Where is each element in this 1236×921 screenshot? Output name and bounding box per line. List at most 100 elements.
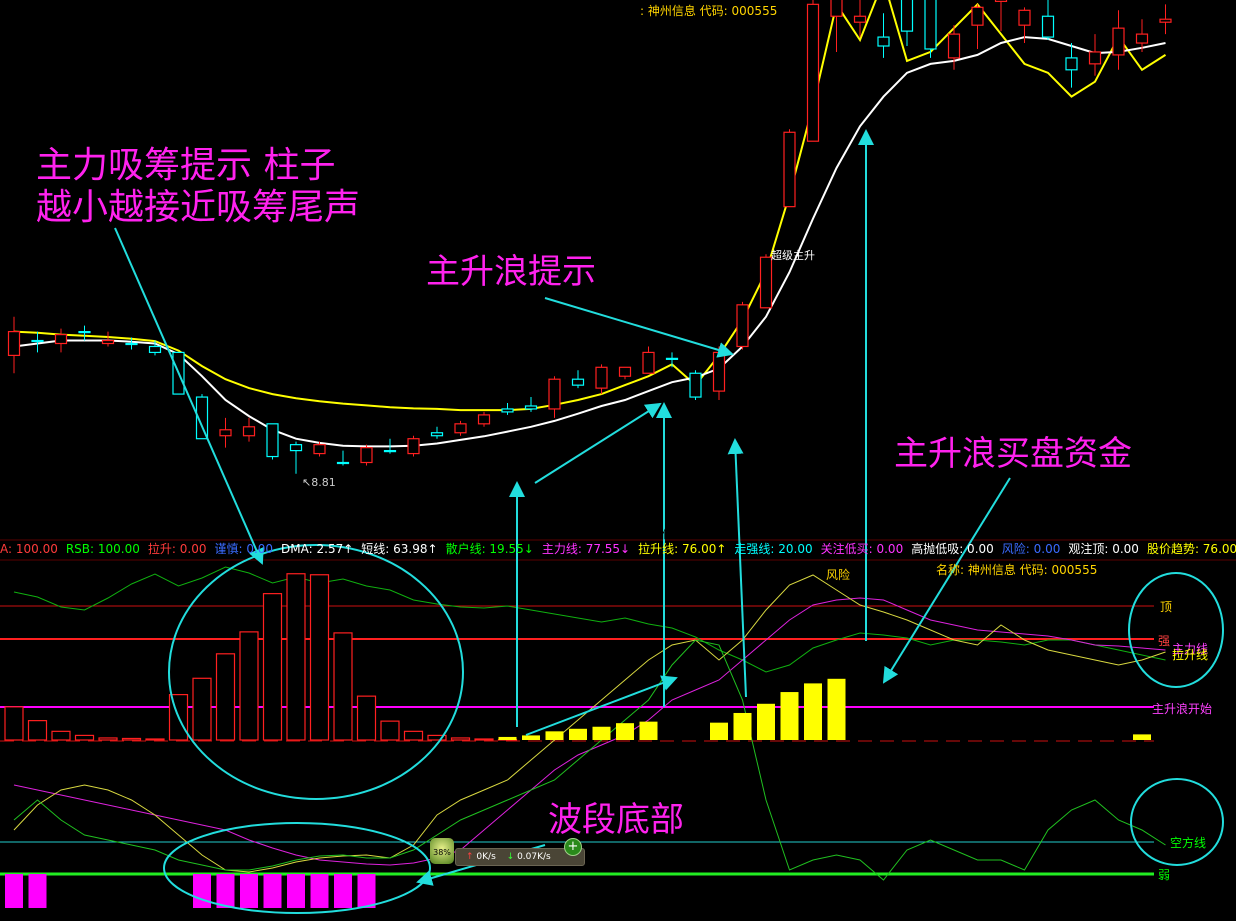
annotation-accumulation: 主力吸筹提示 柱子 越小越接近吸筹尾声 bbox=[36, 145, 360, 230]
candle-body bbox=[78, 331, 91, 334]
candle bbox=[54, 328, 68, 353]
buying-bar bbox=[780, 692, 799, 740]
candle-body bbox=[924, 0, 937, 50]
candle bbox=[336, 450, 350, 466]
indicator-item: DMA: 2.57↑ bbox=[281, 542, 354, 556]
tag-bang: 榜 bbox=[903, 528, 914, 541]
indicator-bar: A: 100.00 RSB: 100.00 拉升: 0.00 谨慎: 0.00 DMA:… bbox=[0, 540, 1236, 559]
candle bbox=[454, 420, 467, 436]
candle-body bbox=[289, 444, 303, 452]
indicator-item: 拉升: 0.00 bbox=[147, 542, 207, 556]
indicator-item: 观注顶: 0.00 bbox=[1068, 542, 1139, 556]
accumulation-bar bbox=[4, 706, 24, 741]
indicator-item: 短线: 63.98↑ bbox=[361, 542, 438, 556]
candle-body bbox=[430, 432, 444, 437]
candle-body bbox=[618, 366, 632, 377]
buying-bar bbox=[569, 728, 587, 740]
candle-body bbox=[383, 450, 397, 453]
candle-body bbox=[1112, 27, 1125, 56]
arrow-to-buying bbox=[882, 477, 1011, 684]
candle-body bbox=[548, 378, 561, 410]
add-icon[interactable]: + bbox=[564, 838, 582, 856]
candle-body bbox=[1088, 51, 1102, 65]
indicator-item: 高抛低吸: 0.00 bbox=[911, 542, 994, 556]
candle bbox=[595, 364, 608, 395]
buying-bar bbox=[522, 735, 540, 740]
annotation-main-rise-buying: 主升浪买盘资金 bbox=[894, 434, 1132, 474]
candle bbox=[101, 331, 115, 347]
candle-body bbox=[1159, 18, 1172, 23]
candle bbox=[289, 441, 303, 474]
candle-body bbox=[336, 461, 350, 465]
indicator-item: 散户线: 19.55↓ bbox=[445, 542, 534, 556]
super-rise-label: 超级主升 bbox=[771, 248, 815, 262]
low-price-label: ↖8.81 bbox=[302, 476, 336, 489]
candle-body bbox=[1135, 33, 1149, 44]
down-arrow-icon: ↓ bbox=[506, 852, 515, 862]
candle bbox=[665, 352, 679, 368]
speed-percent: 38% bbox=[433, 848, 451, 857]
accumulation-bar bbox=[51, 730, 71, 741]
accumulation-bar bbox=[74, 734, 95, 741]
candle bbox=[219, 417, 232, 448]
accumulation-bar bbox=[474, 738, 494, 741]
buying-bar bbox=[639, 721, 658, 740]
candle-body bbox=[242, 426, 256, 437]
label-strong: 强 bbox=[1158, 634, 1171, 648]
candle bbox=[806, 0, 820, 142]
candle bbox=[7, 316, 21, 374]
candle bbox=[477, 411, 491, 427]
accumulation-bar bbox=[286, 573, 306, 741]
label-weak: 弱 bbox=[1158, 868, 1171, 882]
accumulation-bar bbox=[215, 653, 236, 741]
candle bbox=[877, 13, 890, 58]
accumulation-bar bbox=[121, 737, 142, 741]
candle bbox=[783, 129, 796, 208]
ma-short-line bbox=[13, 36, 1166, 448]
network-widget[interactable]: 38% ↑ 0K/s ↓ 0.07K/s + bbox=[430, 838, 585, 868]
bottom-bar bbox=[263, 874, 282, 908]
label-top: 顶 bbox=[1160, 600, 1173, 614]
candle-body bbox=[994, 0, 1008, 2]
candle-body bbox=[806, 3, 820, 142]
indicator-item: 股价趋势: 76.00↑ bbox=[1146, 542, 1236, 556]
accumulation-bar bbox=[333, 632, 353, 741]
arrow-to-main-rise bbox=[544, 297, 734, 358]
candle bbox=[736, 301, 749, 350]
candle bbox=[31, 331, 44, 353]
candle-body bbox=[783, 131, 796, 208]
candle bbox=[266, 423, 279, 460]
annotation-accumulation-line1: 主力吸筹提示 柱子 bbox=[36, 145, 336, 186]
accumulation-bar bbox=[27, 720, 48, 741]
candle bbox=[407, 435, 420, 457]
speed-cup-icon: 38% bbox=[430, 838, 454, 864]
candle bbox=[830, 0, 843, 52]
label-bear-line: 空方线 bbox=[1170, 836, 1207, 850]
candle bbox=[1041, 0, 1055, 41]
bottom-bar bbox=[310, 874, 329, 908]
accumulation-bar bbox=[239, 631, 259, 741]
sub-panel-title: 名称: 神州信息 代码: 000555 bbox=[936, 563, 1098, 577]
arrow-to-accumulation bbox=[114, 227, 264, 565]
candle-body bbox=[313, 444, 326, 455]
candle-body bbox=[148, 345, 162, 354]
accumulation-bar bbox=[98, 737, 118, 741]
bottom-bar bbox=[216, 874, 235, 908]
indicator-item: 风险: 0.00 bbox=[1001, 542, 1061, 556]
tag-xin: 信 bbox=[662, 528, 673, 541]
candle-body bbox=[830, 0, 843, 17]
candle bbox=[994, 0, 1008, 32]
buying-bar bbox=[592, 726, 611, 740]
candle bbox=[900, 0, 914, 46]
bottom-bar bbox=[5, 874, 23, 908]
bottom-bar bbox=[240, 874, 258, 908]
candle-body bbox=[407, 438, 420, 455]
buying-bar bbox=[804, 683, 822, 740]
buying-bar bbox=[545, 731, 564, 740]
indicator-item: 拉升线: 76.00↑ bbox=[638, 542, 727, 556]
candle-body bbox=[54, 333, 68, 345]
buying-bar bbox=[757, 703, 775, 740]
arrow-diag-1 bbox=[534, 402, 662, 484]
arrow-up-3 bbox=[727, 438, 747, 698]
up-arrow-icon: ↑ bbox=[466, 852, 474, 862]
